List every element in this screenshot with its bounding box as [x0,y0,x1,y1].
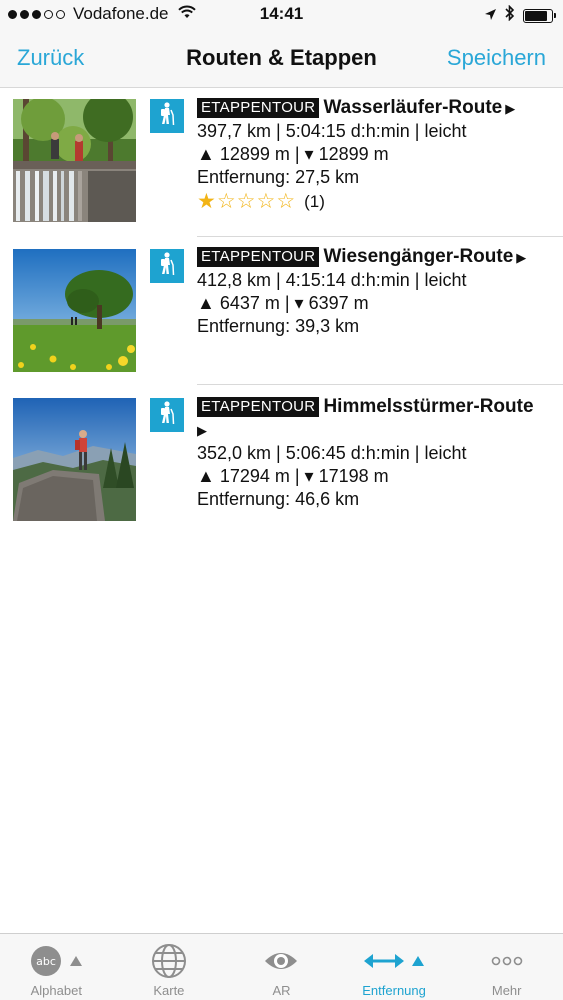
disclosure-arrow-icon: ▶ [505,101,516,116]
hiker-icon [157,101,177,131]
star-empty-icon: ☆ [276,189,296,213]
route-info: ETAPPENTOUR Himmelsstürmer-Route ▶ 352,0 … [197,395,552,511]
route-stats: 397,7 km | 5:04:15 d:h:min | leicht [197,121,467,141]
sort-up-icon [412,956,425,966]
tour-type-tag: ETAPPENTOUR [197,247,320,267]
star-empty-icon: ☆ [236,189,256,213]
tab-bar: abc Alphabet Karte AR Entfernung Mehr [0,933,563,1000]
route-distance: Entfernung: 39,3 km [197,316,360,336]
hiker-icon [157,400,177,430]
hiker-icon [157,251,177,281]
route-item-himmelsstuermer[interactable]: ETAPPENTOUR Himmelsstürmer-Route ▶ 352,0 … [0,386,563,536]
route-stats: 412,8 km | 4:15:14 d:h:min | leicht [197,270,467,290]
route-elevation: ▲ 6437 m | ▾ 6397 m [197,293,369,313]
star-empty-icon: ☆ [256,189,276,213]
disclosure-arrow-icon: ▶ [197,423,207,438]
tab-ar[interactable]: AR [225,934,338,1000]
eye-icon [265,953,298,969]
battery-level [525,10,548,21]
hiking-badge [150,249,184,283]
battery-icon [523,8,556,23]
tab-icon-wrap: abc [30,941,83,981]
tab-icon-wrap [364,941,425,981]
clock: 14:41 [259,4,304,23]
route-item-wasserlaeufer[interactable]: ETAPPENTOUR Wasserläufer-Route ▶ 397,7 km … [0,89,563,238]
route-name: Wasserläufer-Route [323,97,503,118]
status-bar: Vodafone.de 14:41 [0,0,563,30]
status-right [484,4,556,26]
star-filled-icon: ★ [197,189,216,213]
route-item-wiesengaenger[interactable]: ETAPPENTOUR Wiesengänger-Route ▶ 412,8 km … [0,238,563,386]
route-info: ETAPPENTOUR Wiesengänger-Route ▶ 412,8 km … [197,245,552,338]
hiking-badge [150,99,184,133]
row-divider [197,236,563,237]
route-thumbnail-meadow [13,249,136,372]
route-elevation: ▲ 12899 m | ▾ 12899 m [197,144,389,164]
route-distance: Entfernung: 46,6 km [197,489,360,509]
tab-label: AR [272,983,291,998]
tab-icon-wrap [263,941,299,981]
back-button[interactable]: Zurück [17,45,84,71]
sort-up-icon [70,956,83,966]
route-thumbnail-hiker-rock [13,398,136,521]
tab-karte[interactable]: Karte [113,934,226,1000]
tab-label: Entfernung [362,983,426,998]
star-empty-icon: ☆ [216,189,236,213]
distance-arrows-icon [364,954,405,968]
route-stats: 352,0 km | 5:06:45 d:h:min | leicht [197,443,467,463]
globe-icon [151,944,186,978]
bluetooth-icon [505,4,515,26]
route-title-line: ETAPPENTOUR Wiesengänger-Route ▶ [197,245,552,269]
tour-type-tag: ETAPPENTOUR [197,98,320,118]
tab-alphabet[interactable]: abc Alphabet [0,934,113,1000]
tab-label: Mehr [491,983,522,998]
route-distance: Entfernung: 27,5 km [197,167,360,187]
route-title-line: ETAPPENTOUR Himmelsstürmer-Route [197,395,552,418]
more-dots-icon [491,956,522,966]
route-name: Wiesengänger-Route [323,246,514,267]
hiking-badge [150,398,184,432]
route-title-line: ETAPPENTOUR Wasserläufer-Route ▶ [197,96,552,120]
tab-mehr[interactable]: Mehr [450,934,563,1000]
navigation-bar: Zurück Routen & Etappen Speichern [0,30,563,88]
route-name: Himmelsstürmer-Route [323,396,534,417]
disclosure-arrow-icon: ▶ [516,250,527,265]
route-thumbnail-waterfall [13,99,136,222]
tab-label: Alphabet [30,983,82,998]
row-divider [197,384,563,385]
location-arrow-icon [484,6,497,26]
rating-count: (1) [304,192,325,211]
tour-type-tag: ETAPPENTOUR [197,397,320,417]
abc-icon: abc [31,946,62,976]
route-elevation: ▲ 17294 m | ▾ 17198 m [197,466,389,486]
route-info: ETAPPENTOUR Wasserläufer-Route ▶ 397,7 km … [197,96,552,213]
rating-stars: ★ ☆ ☆ ☆ ☆ (1) [197,190,552,213]
tab-label: Karte [153,983,185,998]
tab-icon-wrap [151,941,187,981]
disclosure-arrow-line: ▶ [197,418,552,442]
tab-icon-wrap [491,941,523,981]
tab-entfernung[interactable]: Entfernung [338,934,451,1000]
svg-text:abc: abc [36,955,56,968]
save-button[interactable]: Speichern [447,45,546,71]
